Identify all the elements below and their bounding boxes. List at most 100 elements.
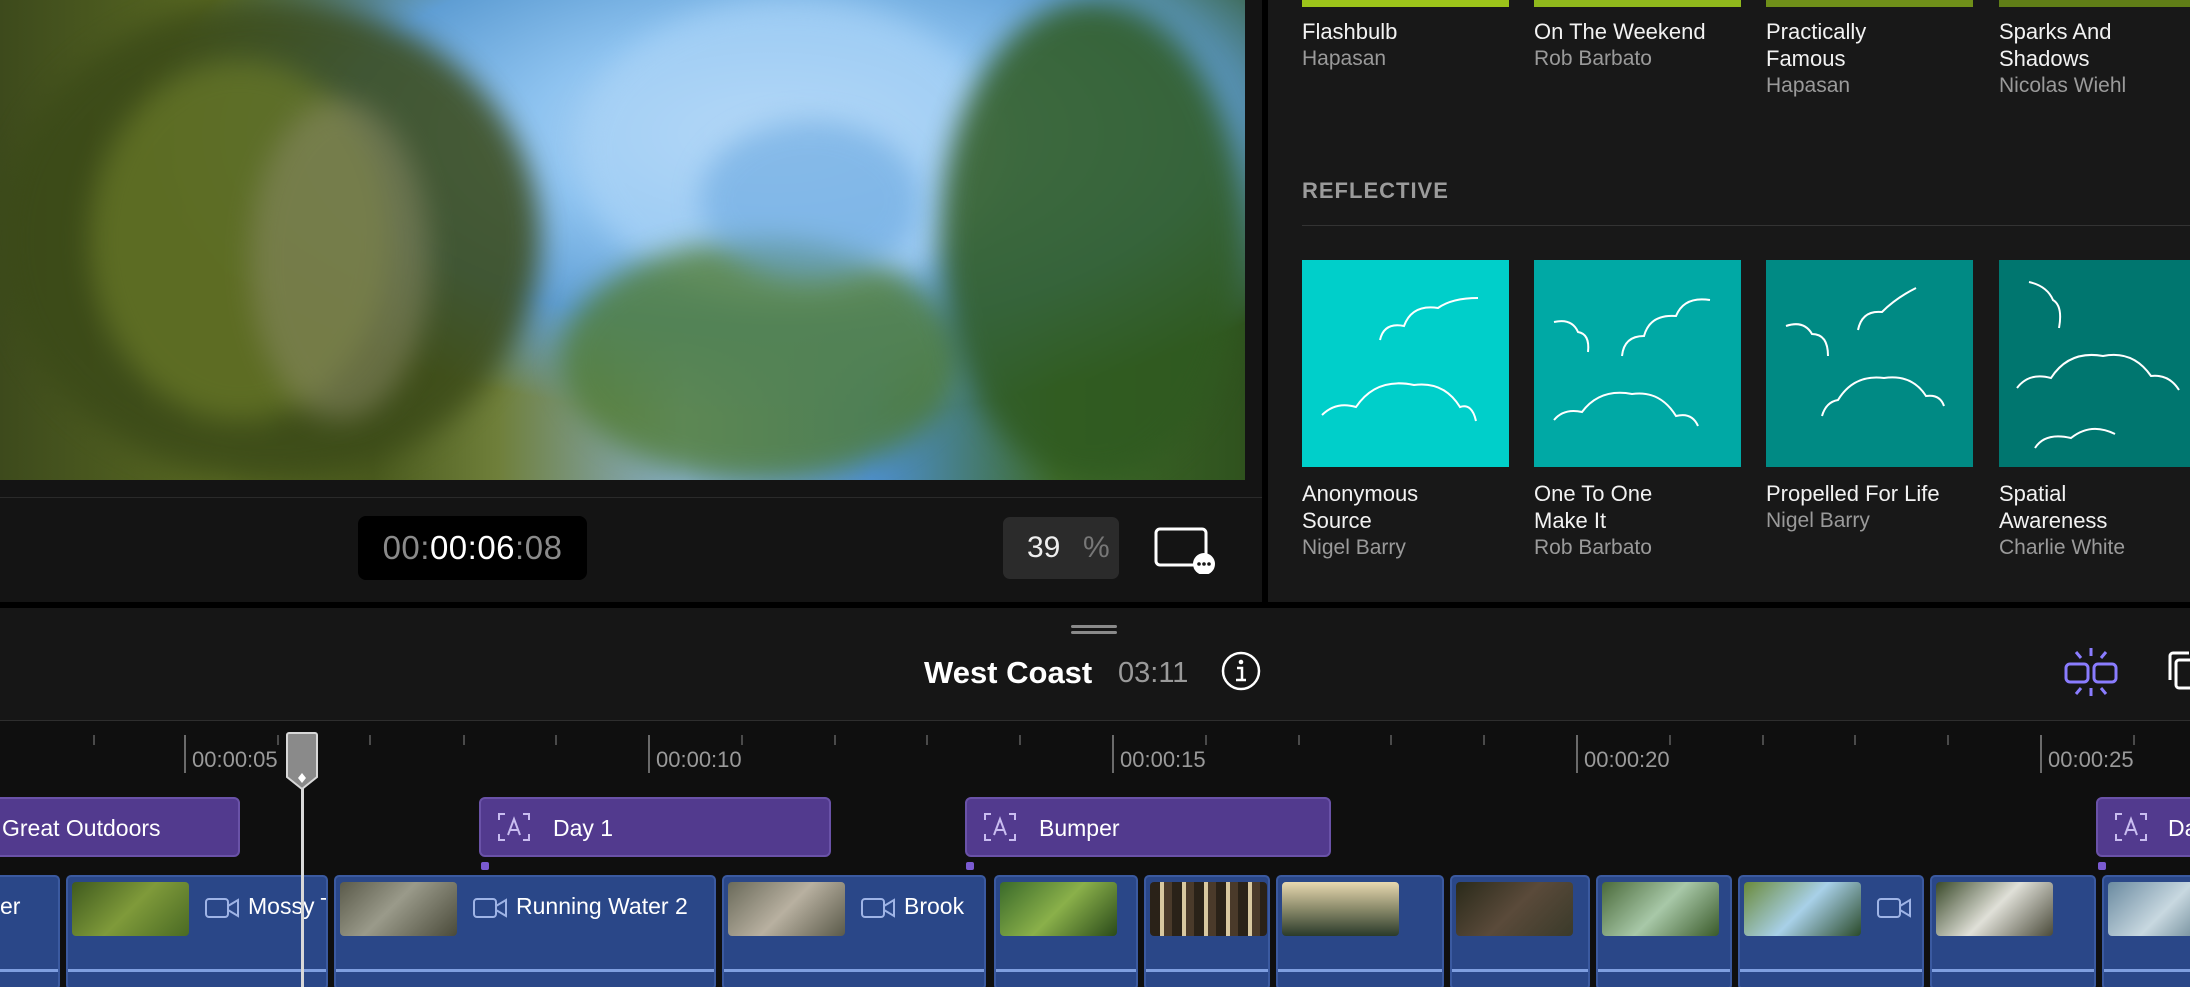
- ruler-label: 00:00:20: [1584, 747, 1670, 772]
- timecode-main: 00:06: [429, 529, 516, 566]
- viewer-controls: 00:00:06:08 39 %: [0, 497, 1262, 602]
- app-root: 00:00:06:08 39 % Flashbulb Hapasan On Th…: [0, 0, 2190, 987]
- zoom-value: 39: [1027, 531, 1061, 564]
- video-clip[interactable]: Running Water 2: [334, 875, 716, 987]
- soundtrack-artist: Nigel Barry: [1766, 509, 1870, 532]
- video-clip[interactable]: [1738, 875, 1924, 987]
- title-clip[interactable]: Bumper: [965, 797, 1331, 857]
- soundtrack-item[interactable]: On The Weekend Rob Barbato: [1534, 18, 1741, 72]
- video-clip-label: er: [0, 893, 21, 919]
- timeline-ruler[interactable]: 00:00:05 00:00:10 00:00:15 00:00:20 00:0…: [0, 720, 2190, 780]
- clip-thumbnail: [1456, 882, 1573, 936]
- video-clip[interactable]: Brook: [722, 875, 986, 987]
- ruler-label: 00:00:25: [2048, 747, 2134, 772]
- soundtrack-artist: Hapasan: [1766, 74, 1851, 97]
- soundtrack-item[interactable]: Spatial Awareness Charlie White: [1999, 480, 2149, 561]
- timeline-tracks: Great Outdoors Day 1 Bumper Da er: [0, 780, 2190, 987]
- clip-thumbnail: [1150, 882, 1267, 936]
- clip-marker: [481, 862, 489, 870]
- soundtrack-title: Flashbulb: [1302, 19, 1398, 44]
- soundtrack-title: Sparks And Shadows: [1999, 19, 2112, 71]
- video-clip[interactable]: er: [0, 875, 60, 987]
- soundtrack-artist: Hapasan: [1302, 47, 1387, 70]
- ruler-label: 00:00:05: [192, 747, 278, 772]
- soundtrack-artwork[interactable]: [1766, 260, 1973, 467]
- video-preview[interactable]: [0, 0, 1245, 480]
- project-info-button[interactable]: [1219, 649, 1263, 693]
- title-clip[interactable]: Day 1: [479, 797, 831, 857]
- video-clip[interactable]: [2102, 875, 2190, 987]
- soundtrack-title: Practically Famous: [1766, 19, 1867, 71]
- video-clip[interactable]: [1930, 875, 2096, 987]
- soundtrack-artist: Nicolas Wiehl: [1999, 74, 2127, 97]
- timeline-header: West Coast 03:11: [0, 608, 2190, 720]
- clip-thumbnail: [1000, 882, 1117, 936]
- soundtrack-browser: Flashbulb Hapasan On The Weekend Rob Bar…: [1268, 0, 2190, 602]
- clip-thumbnail: [1744, 882, 1861, 936]
- soundtrack-artwork[interactable]: [1534, 260, 1741, 467]
- detach-audio-button[interactable]: [2058, 646, 2124, 698]
- soundtrack-item[interactable]: Anonymous Source Nigel Barry: [1302, 480, 1509, 561]
- soundtrack-item[interactable]: Flashbulb Hapasan: [1302, 18, 1509, 72]
- timecode-display[interactable]: 00:00:06:08: [358, 516, 587, 580]
- video-clip[interactable]: [1596, 875, 1732, 987]
- cloud-art-icon: [1785, 287, 1945, 417]
- video-clip[interactable]: [1276, 875, 1444, 987]
- soundtrack-artwork[interactable]: [1302, 260, 1509, 467]
- clip-thumbnail: [340, 882, 457, 936]
- soundtrack-artwork[interactable]: [1999, 260, 2190, 467]
- video-camera-icon: [205, 898, 239, 918]
- timecode-hours: 00:: [382, 529, 430, 566]
- soundtrack-title: Propelled For Life: [1766, 481, 1940, 506]
- soundtrack-item[interactable]: Practically Famous Hapasan: [1766, 18, 1926, 99]
- soundtrack-art-top[interactable]: [1999, 0, 2190, 7]
- soundtrack-title: One To One Make It: [1534, 481, 1653, 533]
- title-clip-label: Great Outdoors: [2, 815, 161, 841]
- title-clip[interactable]: Da: [2096, 797, 2190, 857]
- soundtrack-title: Spatial Awareness: [1999, 481, 2108, 533]
- playhead-icon: [286, 732, 318, 791]
- clip-thumbnail: [1602, 882, 1719, 936]
- soundtrack-title: On The Weekend: [1534, 19, 1706, 44]
- clip-thumbnail: [1282, 882, 1399, 936]
- title-clip-label: Da: [2168, 815, 2190, 841]
- soundtrack-item[interactable]: Sparks And Shadows Nicolas Wiehl: [1999, 18, 2169, 99]
- video-clip-label: Mossy T: [248, 893, 328, 919]
- title-clip[interactable]: Great Outdoors: [0, 797, 240, 857]
- section-divider: [1302, 225, 2190, 226]
- clip-duplicate-button[interactable]: [2166, 650, 2190, 694]
- cloud-art-icon: [2016, 281, 2180, 449]
- video-clip[interactable]: Mossy T: [66, 875, 328, 987]
- soundtrack-item[interactable]: One To One Make It Rob Barbato: [1534, 480, 1741, 561]
- video-camera-icon: [473, 898, 507, 918]
- title-clip-label: Bumper: [1039, 815, 1120, 841]
- video-clip-label: Brook: [904, 893, 965, 919]
- playhead-handle[interactable]: [285, 729, 319, 791]
- info-icon: [1221, 651, 1261, 691]
- clip-thumbnail: [1936, 882, 2053, 936]
- video-clip[interactable]: [1450, 875, 1590, 987]
- soundtrack-title: Anonymous Source: [1302, 481, 1419, 533]
- soundtrack-art-top[interactable]: [1766, 0, 1973, 7]
- soundtrack-artist: Rob Barbato: [1534, 47, 1652, 70]
- clip-thumbnail: [2108, 882, 2190, 936]
- video-clip[interactable]: [994, 875, 1138, 987]
- clip-thumbnail: [728, 882, 845, 936]
- timecode-frames: :08: [515, 529, 563, 566]
- video-clip[interactable]: [1144, 875, 1270, 987]
- soundtrack-item[interactable]: Propelled For Life Nigel Barry: [1766, 480, 1973, 534]
- soundtrack-artist: Rob Barbato: [1534, 536, 1652, 559]
- soundtrack-art-top[interactable]: [1534, 0, 1741, 7]
- soundtrack-art-top[interactable]: [1302, 0, 1509, 7]
- soundtrack-artist: Charlie White: [1999, 536, 2126, 559]
- project-title: West Coast: [924, 655, 1093, 690]
- section-header-reflective: REFLECTIVE: [1302, 178, 1449, 203]
- view-options-button[interactable]: [1154, 526, 1216, 575]
- resize-grabber[interactable]: [1071, 625, 1117, 634]
- clip-thumbnail: [72, 882, 189, 936]
- copy-icon: [2168, 651, 2190, 690]
- video-camera-icon: [1877, 898, 1911, 918]
- project-duration: 03:11: [1118, 657, 1189, 689]
- split-clip-icon: [2064, 648, 2118, 696]
- zoom-level-field[interactable]: 39 %: [1003, 517, 1119, 579]
